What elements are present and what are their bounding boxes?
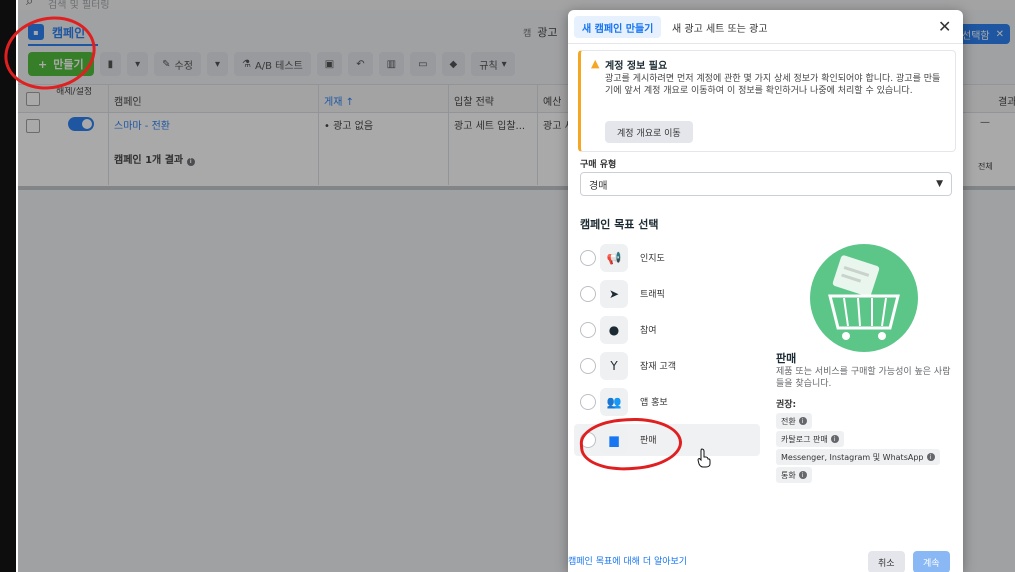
warning-title: 계정 정보 필요 xyxy=(605,61,668,72)
learn-more-link[interactable]: 캠페인 목표에 대해 더 알아보기 xyxy=(568,554,687,567)
radio-button[interactable] xyxy=(580,322,596,338)
left-border xyxy=(0,0,18,572)
megaphone-icon: 📢 xyxy=(600,244,628,272)
buy-type-label: 구매 유형 xyxy=(580,160,617,170)
objective-label: 참여 xyxy=(640,326,657,336)
radio-button[interactable] xyxy=(580,358,596,374)
chip-label: 카탈로그 판매 xyxy=(781,434,828,444)
dialog-tabs: 새 캠페인 만들기 새 광고 세트 또는 광고 ✕ xyxy=(568,10,963,44)
radio-button[interactable] xyxy=(580,394,596,410)
objective-label: 앱 홍보 xyxy=(640,398,668,408)
recommendation-chip: 카탈로그 판매 i xyxy=(776,431,844,447)
chip-label: 전환 xyxy=(781,416,796,426)
warning-icon: ▲ xyxy=(591,57,600,70)
go-to-account-overview-button[interactable]: 계정 개요로 이동 xyxy=(605,121,693,143)
info-icon[interactable]: i xyxy=(830,435,839,443)
caret-down-icon: ▼ xyxy=(936,179,943,189)
info-icon[interactable]: i xyxy=(798,471,807,479)
recommendation-chip: 통화 i xyxy=(776,467,812,483)
screenshot: ⌕ 검색 및 필터링 ▪ 캠페인 캠 광고 선택함 ✕ + 만들기 ▮ ▾ ✎ … xyxy=(0,0,1015,572)
people-icon: 👥 xyxy=(600,388,628,416)
account-info-warning: ▲ 계정 정보 필요 광고를 게시하려면 먼저 계정에 관한 몇 가지 상세 정… xyxy=(578,50,956,152)
selected-goal-name: 판매 xyxy=(776,352,797,365)
objective-label: 트래픽 xyxy=(640,290,665,300)
objective-app-promotion[interactable]: 👥 앱 홍보 xyxy=(574,386,760,418)
chat-icon: ● xyxy=(600,316,628,344)
objective-label: 인지도 xyxy=(640,254,665,264)
recommendation-chip: Messenger, Instagram 및 WhatsApp i xyxy=(776,449,940,465)
info-icon[interactable]: i xyxy=(926,453,935,461)
cursor-icon: ➤ xyxy=(600,280,628,308)
info-icon[interactable]: i xyxy=(798,417,807,425)
objective-awareness[interactable]: 📢 인지도 xyxy=(574,242,760,274)
radio-button[interactable] xyxy=(580,286,596,302)
shopping-cart-illustration xyxy=(810,244,918,352)
hand-cursor-icon xyxy=(697,448,711,468)
create-campaign-dialog: 새 캠페인 만들기 새 광고 세트 또는 광고 ✕ ▲ 계정 정보 필요 광고를… xyxy=(568,10,963,572)
tab-new-adset-or-ad[interactable]: 새 광고 세트 또는 광고 xyxy=(672,16,768,38)
recommendation-chip: 전환 i xyxy=(776,413,812,429)
objective-label: 잠재 고객 xyxy=(640,362,676,372)
selected-goal-description: 제품 또는 서비스를 구매할 가능성이 높은 사람들을 찾습니다. xyxy=(776,367,951,389)
close-icon[interactable]: ✕ xyxy=(938,18,951,36)
recommended-label: 권장: xyxy=(776,400,797,410)
continue-button[interactable]: 계속 xyxy=(913,551,950,572)
radio-button[interactable] xyxy=(580,250,596,266)
buy-type-select[interactable]: 경매 ▼ xyxy=(580,172,952,196)
objective-title: 캠페인 목표 선택 xyxy=(580,218,659,231)
objective-leads[interactable]: Y 잠재 고객 xyxy=(574,350,760,382)
chip-label: 통화 xyxy=(781,470,796,480)
tab-new-campaign[interactable]: 새 캠페인 만들기 xyxy=(574,16,662,38)
buy-type-value: 경매 xyxy=(589,180,608,192)
warning-body: 광고를 게시하려면 먼저 계정에 관한 몇 가지 상세 정보가 확인되어야 합니… xyxy=(605,74,941,96)
objective-traffic[interactable]: ➤ 트래픽 xyxy=(574,278,760,310)
objective-engagement[interactable]: ● 참여 xyxy=(574,314,760,346)
funnel-icon: Y xyxy=(600,352,628,380)
chip-label: Messenger, Instagram 및 WhatsApp xyxy=(781,452,924,462)
cancel-button[interactable]: 취소 xyxy=(868,551,905,572)
